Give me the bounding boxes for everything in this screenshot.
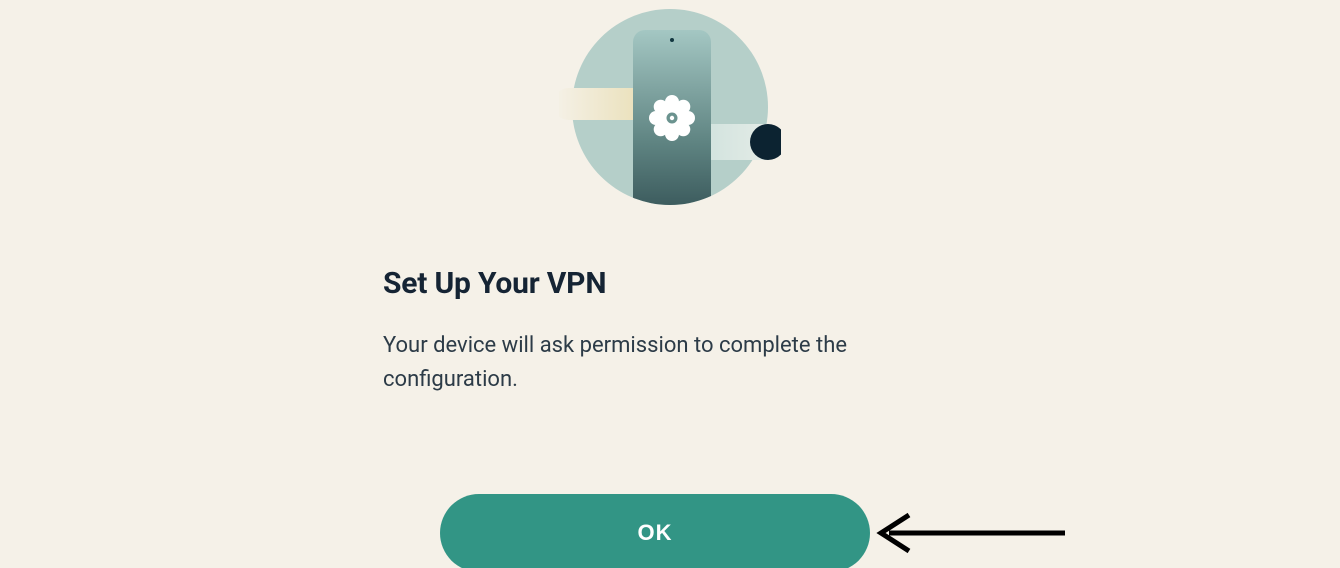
page-description: Your device will ask permission to compl…: [383, 329, 903, 397]
page-title: Set Up Your VPN: [383, 266, 957, 301]
ok-button[interactable]: OK: [440, 494, 870, 568]
pointer-arrow-icon: [869, 510, 1069, 556]
gear-icon: [649, 95, 695, 141]
content-block: Set Up Your VPN Your device will ask per…: [383, 266, 957, 397]
vpn-setup-illustration: [559, 0, 781, 218]
vpn-setup-screen: Set Up Your VPN Your device will ask per…: [0, 0, 1340, 568]
